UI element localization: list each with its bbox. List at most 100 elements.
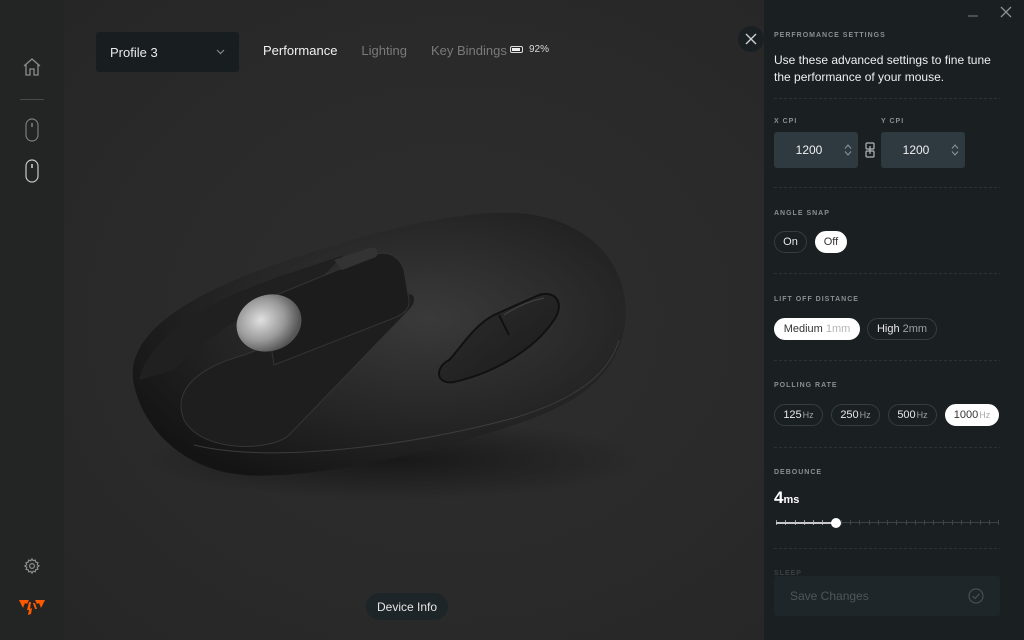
divider [774,360,1000,361]
slider-tick [915,520,916,525]
debounce-slider[interactable] [776,517,999,529]
chevron-up-icon[interactable] [951,144,959,149]
polling-125[interactable]: 125 Hz [774,404,823,426]
sidebar-item-settings[interactable] [0,556,64,576]
chevron-down-icon[interactable] [951,151,959,156]
lift-off-high[interactable]: High 2mm [867,318,937,340]
polling-500[interactable]: 500 Hz [888,404,937,426]
battery-percent: 92% [529,44,550,55]
slider-tick [998,520,999,525]
chevron-down-icon [216,49,225,55]
close-window-button[interactable] [998,4,1014,20]
panel-kicker: PERFROMANCE SETTINGS [774,32,886,39]
slider-tick [896,520,897,525]
debounce-unit: ms [783,494,800,506]
slider-tick [924,520,925,525]
polling-500-value: 500 [897,409,916,421]
device-info-button[interactable]: Device Info [366,593,448,620]
slider-tick [961,520,962,525]
slider-tick [869,520,870,525]
app-window: Profile 3 Performance Lighting Key Bindi… [0,0,1024,640]
slider-tick [878,520,879,525]
check-circle-icon [968,588,984,604]
slider-tick [952,520,953,525]
lift-off-high-sub: 2mm [902,323,928,335]
angle-snap-label: ANGLE SNAP [774,210,830,217]
save-changes-label: Save Changes [790,589,869,603]
polling-250[interactable]: 250 Hz [831,404,880,426]
panel-description: Use these advanced settings to fine tune… [774,53,991,84]
divider [774,273,1000,274]
sidebar-item-device-2[interactable] [0,158,64,184]
y-cpi-value: 1200 [902,143,930,157]
profile-dropdown[interactable]: Profile 3 [96,32,239,72]
slider-tick [980,520,981,525]
slider-tick [970,520,971,525]
sidebar-item-brand[interactable] [0,598,64,618]
link-cpi-icon[interactable] [865,142,875,158]
fnatic-logo-icon [19,600,45,615]
minimize-window-button[interactable] [965,4,981,20]
lift-off-medium-sub: 1mm [825,323,851,335]
close-icon [745,33,757,45]
divider [774,548,1000,549]
polling-unit: Hz [859,410,871,420]
x-cpi-stepper[interactable] [838,144,858,156]
slider-tick [841,520,842,525]
slider-tick [850,520,851,525]
x-cpi-value: 1200 [795,143,823,157]
profile-dropdown-value: Profile 3 [110,44,158,60]
polling-unit: Hz [916,410,928,420]
tab-bar: Performance Lighting Key Bindings [263,43,507,58]
mouse-icon [25,118,39,142]
polling-125-value: 125 [783,409,802,421]
y-cpi-stepper[interactable] [945,144,965,156]
main-area: Profile 3 Performance Lighting Key Bindi… [64,0,764,640]
divider [774,187,1000,188]
tab-lighting[interactable]: Lighting [361,43,407,58]
sidebar [0,0,64,640]
tab-performance[interactable]: Performance [263,43,337,58]
close-panel-button[interactable] [738,26,764,52]
sidebar-divider [20,99,44,100]
slider-thumb[interactable] [830,518,841,528]
debounce-value: 4ms [774,488,799,508]
chevron-down-icon[interactable] [844,151,852,156]
debounce-label: DEBOUNCE [774,469,823,476]
polling-unit: Hz [802,410,814,420]
lift-off-label: LIFT OFF DISTANCE [774,296,859,303]
slider-tick [906,520,907,525]
lift-off-high-label: High [876,323,900,335]
polling-1000-value: 1000 [953,409,979,421]
x-cpi-label: X CPI [774,118,798,125]
lift-off-medium-label: Medium [783,323,823,335]
home-icon [23,58,41,76]
slider-tick [943,520,944,525]
save-changes-button[interactable]: Save Changes [774,576,1000,616]
divider [774,98,1000,99]
lift-off-medium[interactable]: Medium 1mm [774,318,860,340]
slider-fill [776,522,836,524]
chevron-up-icon[interactable] [844,144,852,149]
angle-snap-on[interactable]: On [774,231,807,253]
y-cpi-label: Y CPI [881,118,905,125]
angle-snap-off[interactable]: Off [815,231,847,253]
x-cpi-input[interactable]: 1200 [774,132,858,168]
sidebar-item-device-1[interactable] [0,117,64,143]
tab-key-bindings[interactable]: Key Bindings [431,43,507,58]
slider-tick [989,520,990,525]
polling-250-value: 250 [840,409,859,421]
polling-1000[interactable]: 1000 Hz [945,404,999,426]
sidebar-item-home[interactable] [0,56,64,78]
mouse-icon [25,159,39,183]
y-cpi-input[interactable]: 1200 [881,132,965,168]
mouse-product-image [132,212,644,500]
slider-tick [859,520,860,525]
divider [774,447,1000,448]
slider-tick [933,520,934,525]
slider-tick [887,520,888,525]
polling-unit: Hz [979,410,991,420]
polling-rate-label: POLLING RATE [774,382,838,389]
gear-icon [23,557,41,575]
battery-status: 92% [510,44,549,55]
